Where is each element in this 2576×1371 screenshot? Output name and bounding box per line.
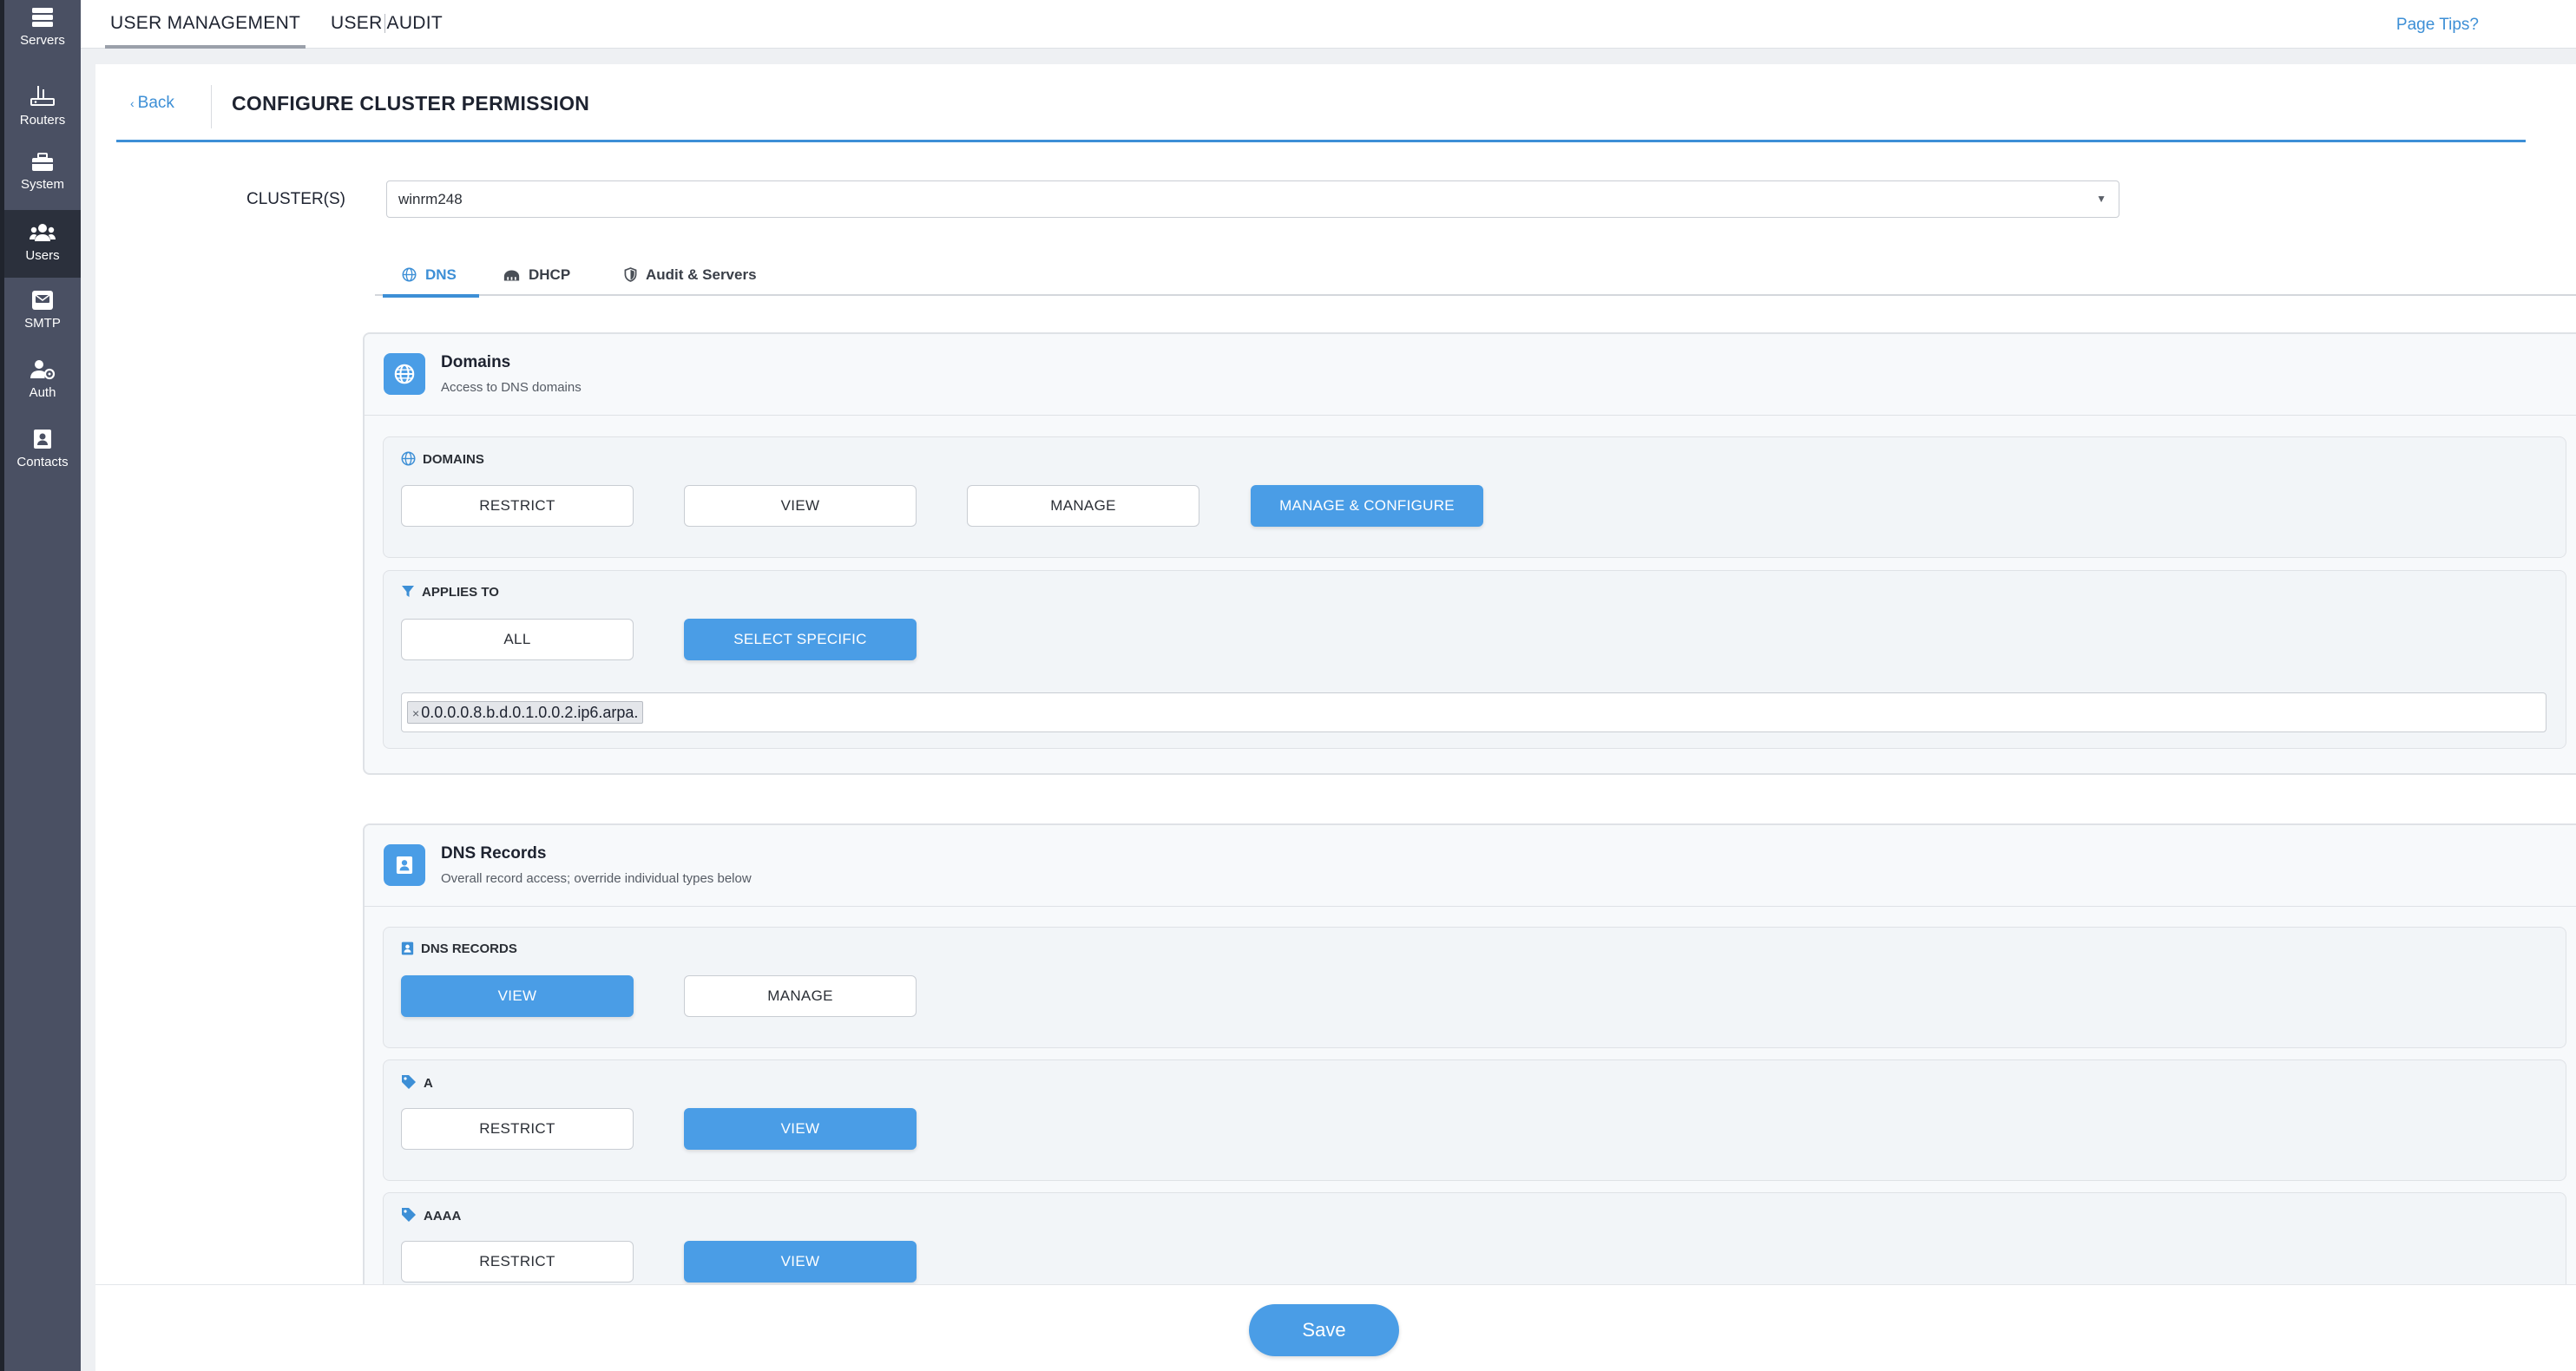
cluster-select[interactable]: winrm248 ▼ — [386, 180, 2119, 218]
sidebar-item-system[interactable]: System — [4, 153, 81, 196]
tab-user-audit[interactable]: USER AUDIT — [331, 0, 443, 49]
domains-manage-configure-button[interactable]: MANAGE & CONFIGURE — [1251, 485, 1483, 527]
group-label: DNS RECORDS — [401, 941, 517, 956]
permission-tabs: DNS DHCP Audit & Servers — [375, 259, 2576, 298]
aaaa-view-button[interactable]: VIEW — [684, 1241, 917, 1282]
domains-restrict-button[interactable]: RESTRICT — [401, 485, 634, 527]
sidebar-item-auth[interactable]: Auth — [4, 359, 81, 404]
applies-to-group: APPLIES TO ALL SELECT SPECIFIC × 0.0.0.0.… — [383, 570, 2566, 749]
dns-records-section: DNS Records Overall record access; overr… — [363, 823, 2576, 1284]
applies-all-button[interactable]: ALL — [401, 619, 634, 660]
contacts-icon — [34, 430, 51, 449]
sidebar-item-label: Servers — [20, 33, 65, 48]
main-content: ‹ Back CONFIGURE CLUSTER PERMISSION CLUST… — [95, 64, 2576, 1284]
sidebar-item-contacts[interactable]: Contacts — [4, 429, 81, 474]
footer-bar: Save — [95, 1284, 2576, 1371]
globe-icon — [401, 451, 416, 466]
group-label: A — [401, 1074, 433, 1091]
save-button[interactable]: Save — [1249, 1304, 1399, 1356]
sidebar-item-label: Users — [25, 248, 60, 263]
a-record-group: A RESTRICT VIEW — [383, 1059, 2566, 1181]
sidebar-item-users[interactable]: Users — [4, 210, 81, 278]
domains-section: Domains Access to DNS domains DOMAINS RE… — [363, 332, 2576, 775]
domain-tag-label: 0.0.0.0.8.b.d.0.1.0.0.2.ip6.arpa. — [421, 704, 639, 721]
back-label: Back — [137, 94, 174, 112]
group-label: APPLIES TO — [401, 585, 499, 600]
auth-icon — [30, 360, 56, 380]
domain-tag-input[interactable]: × 0.0.0.0.8.b.d.0.1.0.0.2.ip6.arpa. — [401, 692, 2546, 732]
tab-label: DHCP — [529, 266, 571, 283]
a-restrict-button[interactable]: RESTRICT — [401, 1108, 634, 1150]
tab-label: DNS — [425, 266, 457, 283]
sidebar-item-label: System — [20, 177, 64, 192]
section-title: Domains — [441, 353, 511, 371]
aaaa-record-group: AAAA RESTRICT VIEW — [383, 1192, 2566, 1284]
servers-icon — [32, 8, 53, 27]
users-icon — [30, 224, 56, 241]
tab-user-management[interactable]: USER MANAGEMENT — [104, 0, 306, 49]
group-label: AAAA — [401, 1207, 461, 1223]
group-label: DOMAINS — [401, 451, 484, 467]
record-card-icon — [401, 941, 414, 955]
sidebar-item-smtp[interactable]: SMTP — [4, 290, 81, 333]
page-tips-link[interactable]: Page Tips? — [2396, 16, 2479, 35]
aaaa-restrict-button[interactable]: RESTRICT — [401, 1241, 634, 1282]
records-manage-button[interactable]: MANAGE — [684, 975, 917, 1017]
routers-icon — [30, 86, 55, 106]
sidebar-item-servers[interactable]: Servers — [4, 7, 81, 56]
header-divider — [211, 85, 212, 128]
domain-tag: × 0.0.0.0.8.b.d.0.1.0.0.2.ip6.arpa. — [407, 701, 644, 724]
sidebar-item-routers[interactable]: Routers — [4, 82, 81, 137]
domains-access-group: DOMAINS RESTRICT VIEW MANAGE MANAGE & CO… — [383, 436, 2566, 558]
tag-icon — [402, 1075, 416, 1089]
record-card-icon — [384, 844, 425, 886]
group-label-text: DOMAINS — [423, 452, 484, 467]
domains-section-header: Domains Access to DNS domains — [365, 334, 2576, 416]
records-view-button[interactable]: VIEW — [401, 975, 634, 1017]
cluster-label: CLUSTER(S) — [246, 190, 346, 208]
dns-records-section-header: DNS Records Overall record access; overr… — [365, 825, 2576, 907]
group-label-text: DNS RECORDS — [421, 941, 517, 956]
globe-icon — [402, 267, 417, 282]
globe-icon — [384, 353, 425, 395]
tab-audit-servers[interactable]: Audit & Servers — [624, 259, 757, 296]
section-subtitle: Overall record access; override individu… — [441, 871, 752, 886]
domains-manage-button[interactable]: MANAGE — [967, 485, 1199, 527]
remove-tag-icon[interactable]: × — [412, 706, 419, 720]
group-label-text: A — [424, 1076, 433, 1091]
group-label-text: APPLIES TO — [422, 585, 499, 600]
back-link[interactable]: ‹ Back — [130, 94, 174, 113]
sidebar-item-label: SMTP — [24, 316, 61, 331]
tab-dns[interactable]: DNS — [383, 259, 479, 298]
smtp-icon — [32, 291, 53, 310]
filter-icon — [402, 586, 414, 597]
dhcp-icon — [503, 270, 520, 281]
a-view-button[interactable]: VIEW — [684, 1108, 917, 1150]
sidebar-item-label: Auth — [29, 385, 56, 400]
sidebar: Servers Routers System Users SMTP Auth C… — [0, 0, 81, 1371]
section-title: DNS Records — [441, 844, 547, 863]
applies-select-specific-button[interactable]: SELECT SPECIFIC — [684, 619, 917, 660]
cluster-select-value: winrm248 — [398, 191, 463, 207]
system-icon — [32, 153, 53, 171]
caret-down-icon: ▼ — [2096, 193, 2106, 205]
shield-icon — [624, 267, 637, 282]
dns-records-group: DNS RECORDS VIEW MANAGE — [383, 927, 2566, 1048]
sidebar-item-label: Contacts — [16, 455, 69, 469]
section-subtitle: Access to DNS domains — [441, 380, 582, 395]
tag-icon — [402, 1208, 416, 1222]
chevron-left-icon: ‹ — [130, 96, 135, 110]
group-label-text: AAAA — [424, 1209, 462, 1223]
tab-dhcp[interactable]: DHCP — [503, 259, 570, 296]
domains-view-button[interactable]: VIEW — [684, 485, 917, 527]
page-title: CONFIGURE CLUSTER PERMISSION — [232, 92, 590, 115]
top-nav-bar: USER MANAGEMENT USER AUDIT Page Tips? — [81, 0, 2576, 49]
title-underline — [116, 140, 2526, 142]
sidebar-item-label: Routers — [19, 113, 66, 128]
tab-label: Audit & Servers — [646, 266, 757, 283]
